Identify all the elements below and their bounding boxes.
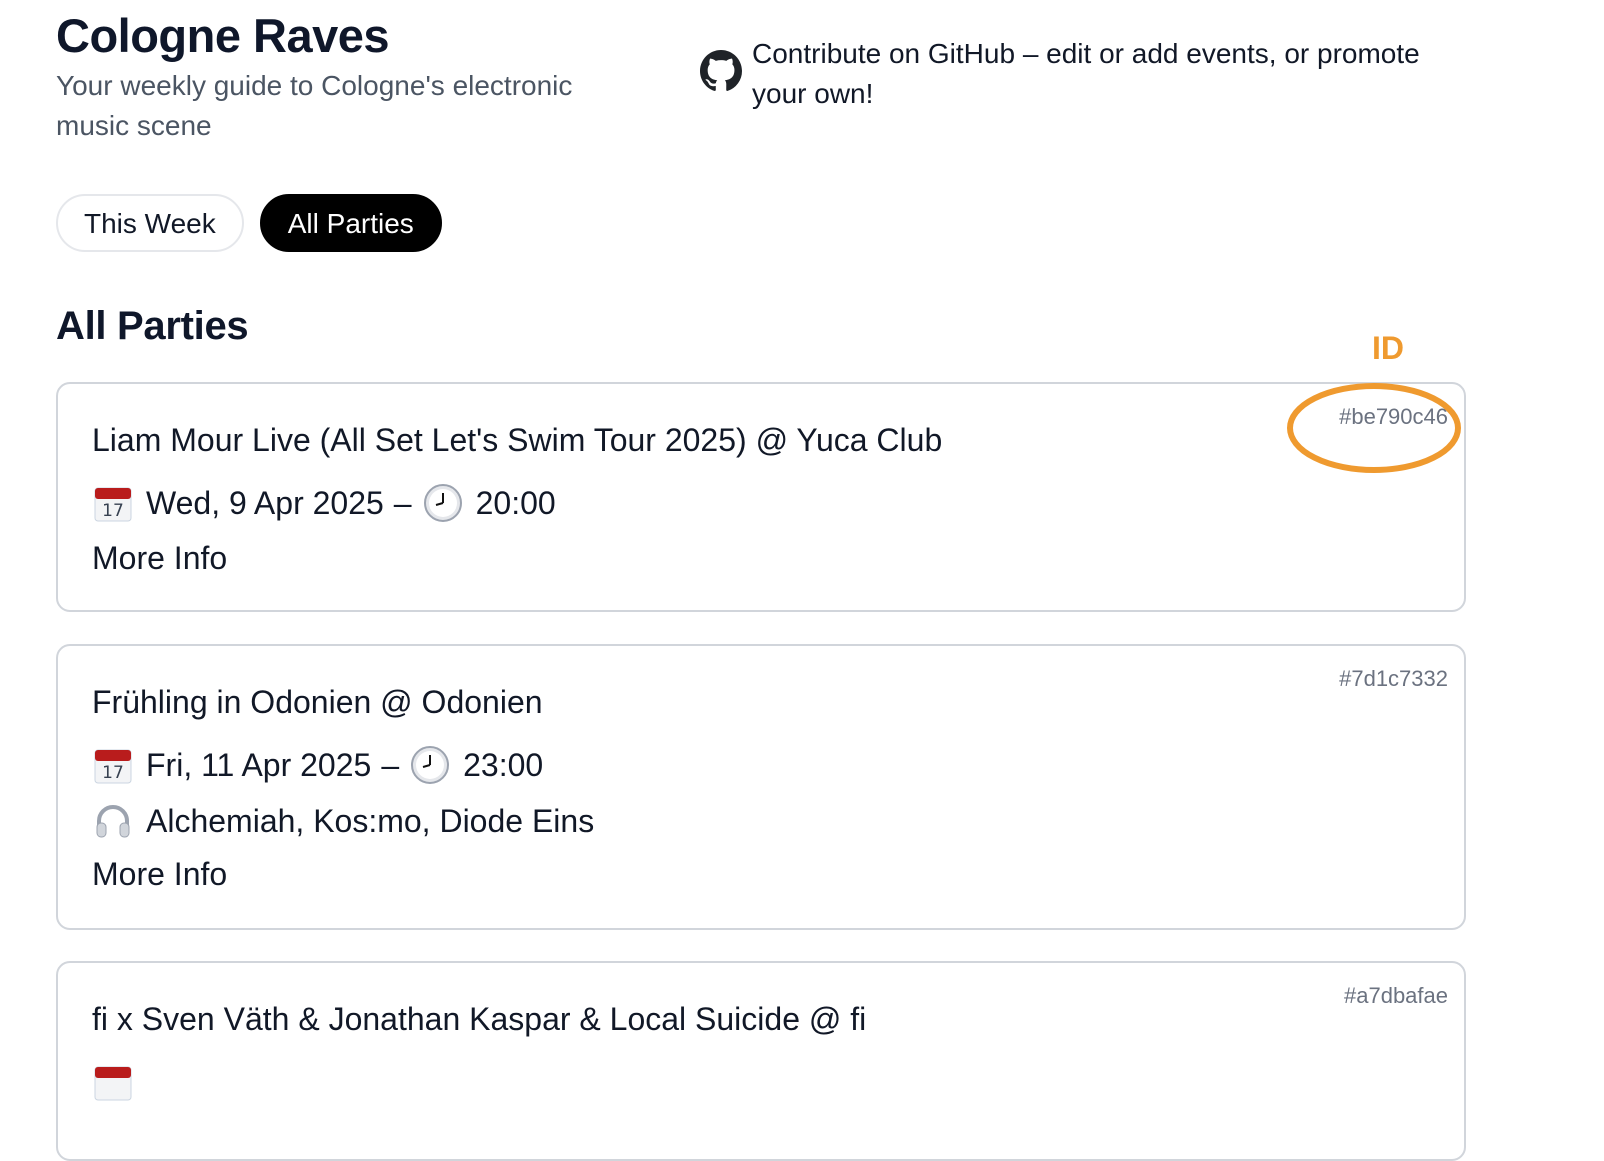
more-info-link[interactable]: More Info [92, 856, 227, 893]
event-title: fi x Sven Väth & Jonathan Kaspar & Local… [92, 1001, 867, 1037]
event-datetime [92, 1061, 146, 1103]
calendar-icon: 17 [92, 744, 134, 786]
event-time: 23:00 [463, 746, 544, 783]
artists-list: Alchemiah, Kos:mo, Diode Eins [146, 802, 595, 839]
svg-text:17: 17 [102, 763, 124, 783]
headphones-icon [92, 800, 134, 842]
svg-text:17: 17 [102, 501, 124, 521]
event-card: #7d1c7332 Frühling in Odonien @ Odonien … [56, 644, 1466, 930]
tab-all-parties[interactable]: All Parties [259, 194, 442, 252]
event-datetime: 17 Wed, 9 Apr 2025 – 20:00 [92, 482, 556, 524]
event-title: Liam Mour Live (All Set Let's Swim Tour … [92, 422, 943, 458]
event-id: #a7dbafae [1344, 983, 1448, 1008]
event-date: Fri, 11 Apr 2025 [146, 746, 372, 783]
event-artists: Alchemiah, Kos:mo, Diode Eins [92, 800, 594, 842]
event-card: #be790c46 Liam Mour Live (All Set Let's … [56, 382, 1466, 612]
event-date: Wed, 9 Apr 2025 [146, 484, 384, 521]
event-time: 20:00 [475, 484, 556, 521]
calendar-icon [92, 1061, 134, 1103]
site-title: Cologne Raves [56, 9, 390, 62]
event-title: Frühling in Odonien @ Odonien [92, 684, 543, 720]
clock-icon [409, 744, 451, 786]
section-title: All Parties [56, 304, 249, 348]
event-datetime: 17 Fri, 11 Apr 2025 – 23:00 [92, 744, 543, 786]
annotation-ring [1287, 383, 1461, 473]
clock-icon [422, 482, 464, 524]
more-info-link[interactable]: More Info [92, 540, 227, 577]
event-card: #a7dbafae fi x Sven Väth & Jonathan Kasp… [56, 961, 1466, 1161]
github-icon[interactable] [700, 50, 742, 92]
github-contribute: Contribute on GitHub – edit or add event… [700, 34, 1460, 114]
calendar-icon: 17 [92, 482, 134, 524]
github-link[interactable]: Contribute on GitHub – edit or add event… [752, 34, 1460, 114]
filter-tabs: This Week All Parties [56, 194, 442, 252]
site-subtitle: Your weekly guide to Cologne's electroni… [56, 70, 573, 141]
annotation-label: ID [1372, 330, 1404, 366]
event-id: #7d1c7332 [1339, 666, 1448, 691]
tab-this-week[interactable]: This Week [56, 194, 244, 252]
